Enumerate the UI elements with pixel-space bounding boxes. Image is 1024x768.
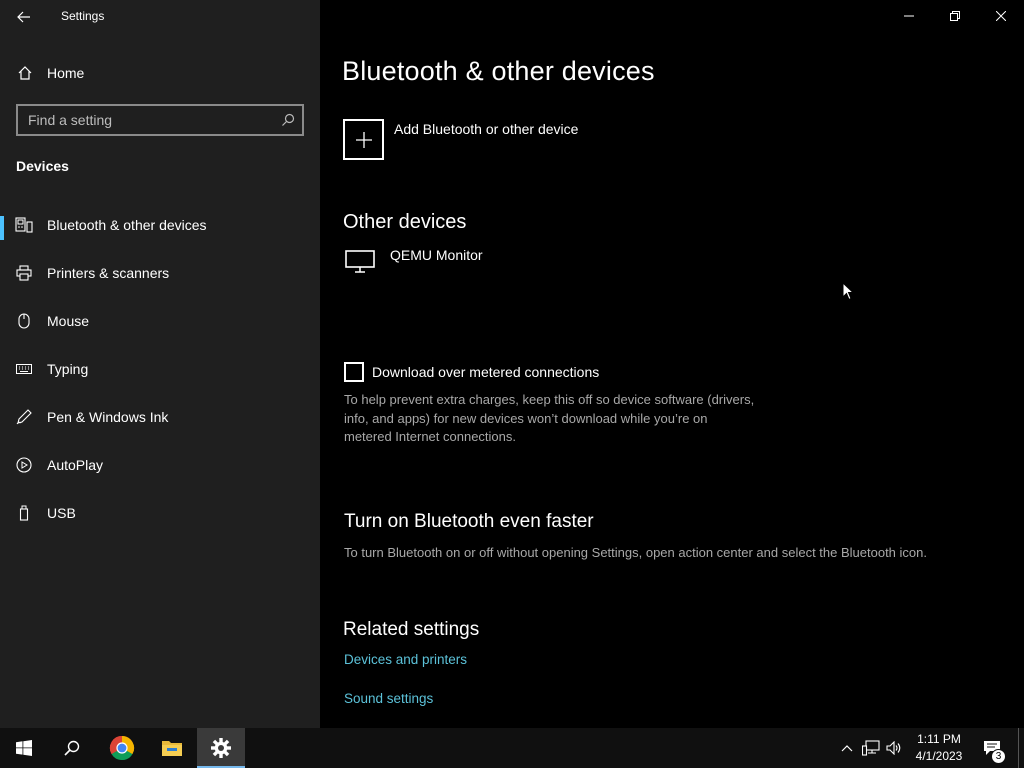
metered-desc-line: info, and apps) for new devices won’t do… [344, 410, 708, 426]
pen-icon [15, 408, 33, 426]
autoplay-icon [15, 456, 33, 474]
sidebar-item-label: Pen & Windows Ink [47, 409, 169, 425]
bluetooth-devices-icon [15, 216, 33, 234]
show-desktop-button[interactable] [1018, 728, 1019, 768]
search-icon[interactable] [274, 106, 302, 134]
section-heading: Devices [16, 158, 69, 174]
sidebar-item-label: Mouse [47, 313, 90, 329]
home-nav-item[interactable]: Home [16, 62, 84, 84]
metered-description: To help prevent extra charges, keep this… [344, 391, 804, 447]
taskbar-search-button[interactable] [48, 728, 96, 768]
sidebar-item-label: AutoPlay [47, 457, 104, 473]
sidebar-item-autoplay[interactable]: AutoPlay [0, 445, 320, 485]
network-icon [862, 740, 880, 756]
sidebar-item-label: Bluetooth & other devices [47, 217, 207, 233]
settings-taskbar-button[interactable] [197, 728, 245, 768]
chrome-taskbar-button[interactable] [98, 728, 146, 768]
volume-tray-button[interactable] [884, 728, 904, 768]
device-name: QEMU Monitor [390, 247, 483, 263]
monitor-icon [345, 247, 377, 277]
add-device-label: Add Bluetooth or other device [394, 121, 579, 137]
printer-icon [15, 264, 33, 282]
start-button[interactable] [0, 728, 48, 768]
close-button[interactable] [978, 0, 1024, 32]
selection-indicator [0, 216, 4, 240]
show-hidden-icons-button[interactable] [838, 728, 856, 768]
page-title: Bluetooth & other devices [342, 56, 655, 86]
metered-desc-line: To help prevent extra charges, keep this… [344, 392, 755, 407]
speaker-icon [886, 741, 901, 755]
home-label: Home [47, 65, 85, 81]
sidebar-item-typing[interactable]: Typing [0, 349, 320, 389]
minimize-button[interactable] [886, 0, 932, 32]
search-icon [64, 740, 80, 756]
close-icon [996, 11, 1006, 21]
back-arrow-icon [17, 11, 30, 23]
windows-start-icon [16, 740, 32, 756]
back-button[interactable] [12, 6, 36, 28]
plus-icon [343, 119, 384, 160]
metered-label: Download over metered connections [372, 364, 600, 380]
restore-button[interactable] [932, 0, 978, 32]
file-explorer-icon [162, 741, 182, 756]
sidebar-item-printers[interactable]: Printers & scanners [0, 253, 320, 293]
sidebar-item-bluetooth[interactable]: Bluetooth & other devices [0, 205, 320, 245]
sidebar-item-label: Printers & scanners [47, 265, 170, 281]
sidebar-item-label: USB [47, 505, 76, 521]
bluetooth-faster-description: To turn Bluetooth on or off without open… [344, 545, 927, 560]
sidebar: Settings Home Devices Bluetooth & other … [0, 0, 320, 728]
sidebar-item-pen[interactable]: Pen & Windows Ink [0, 397, 320, 437]
sidebar-item-mouse[interactable]: Mouse [0, 301, 320, 341]
sidebar-item-label: Typing [47, 361, 89, 377]
metered-checkbox-row[interactable]: Download over metered connections [344, 362, 599, 382]
chevron-up-icon [841, 745, 853, 752]
metered-checkbox[interactable] [344, 362, 364, 382]
related-settings-heading: Related settings [343, 619, 480, 640]
devices-and-printers-link[interactable]: Devices and printers [344, 652, 467, 667]
main-content: Bluetooth & other devices Add Bluetooth … [320, 0, 1024, 728]
other-devices-heading: Other devices [343, 211, 467, 233]
add-device-button[interactable]: Add Bluetooth or other device [343, 119, 578, 160]
usb-icon [15, 504, 33, 522]
sound-settings-link[interactable]: Sound settings [344, 691, 433, 706]
taskbar-clock[interactable]: 1:11 PM 4/1/2023 [906, 731, 972, 765]
metered-desc-line: metered Internet connections. [344, 429, 516, 444]
search-box[interactable] [16, 104, 304, 136]
app-title: Settings [61, 9, 105, 23]
notification-count-badge: 3 [991, 749, 1006, 764]
clock-date: 4/1/2023 [915, 749, 963, 763]
sidebar-item-usb[interactable]: USB [0, 493, 320, 533]
device-item[interactable]: QEMU Monitor [345, 247, 483, 277]
keyboard-icon [15, 360, 33, 378]
file-explorer-taskbar-button[interactable] [148, 728, 196, 768]
mouse-icon [15, 312, 33, 330]
restore-icon [950, 11, 960, 21]
chrome-icon [109, 736, 135, 761]
search-input[interactable] [18, 106, 274, 134]
settings-gear-icon [211, 738, 231, 758]
bluetooth-faster-heading: Turn on Bluetooth even faster [344, 511, 594, 532]
clock-time: 1:11 PM [917, 732, 961, 746]
taskbar: 1:11 PM 4/1/2023 [0, 728, 1024, 768]
mouse-cursor [842, 281, 855, 306]
minimize-icon [904, 15, 914, 17]
network-tray-button[interactable] [860, 728, 882, 768]
home-icon [16, 64, 34, 82]
